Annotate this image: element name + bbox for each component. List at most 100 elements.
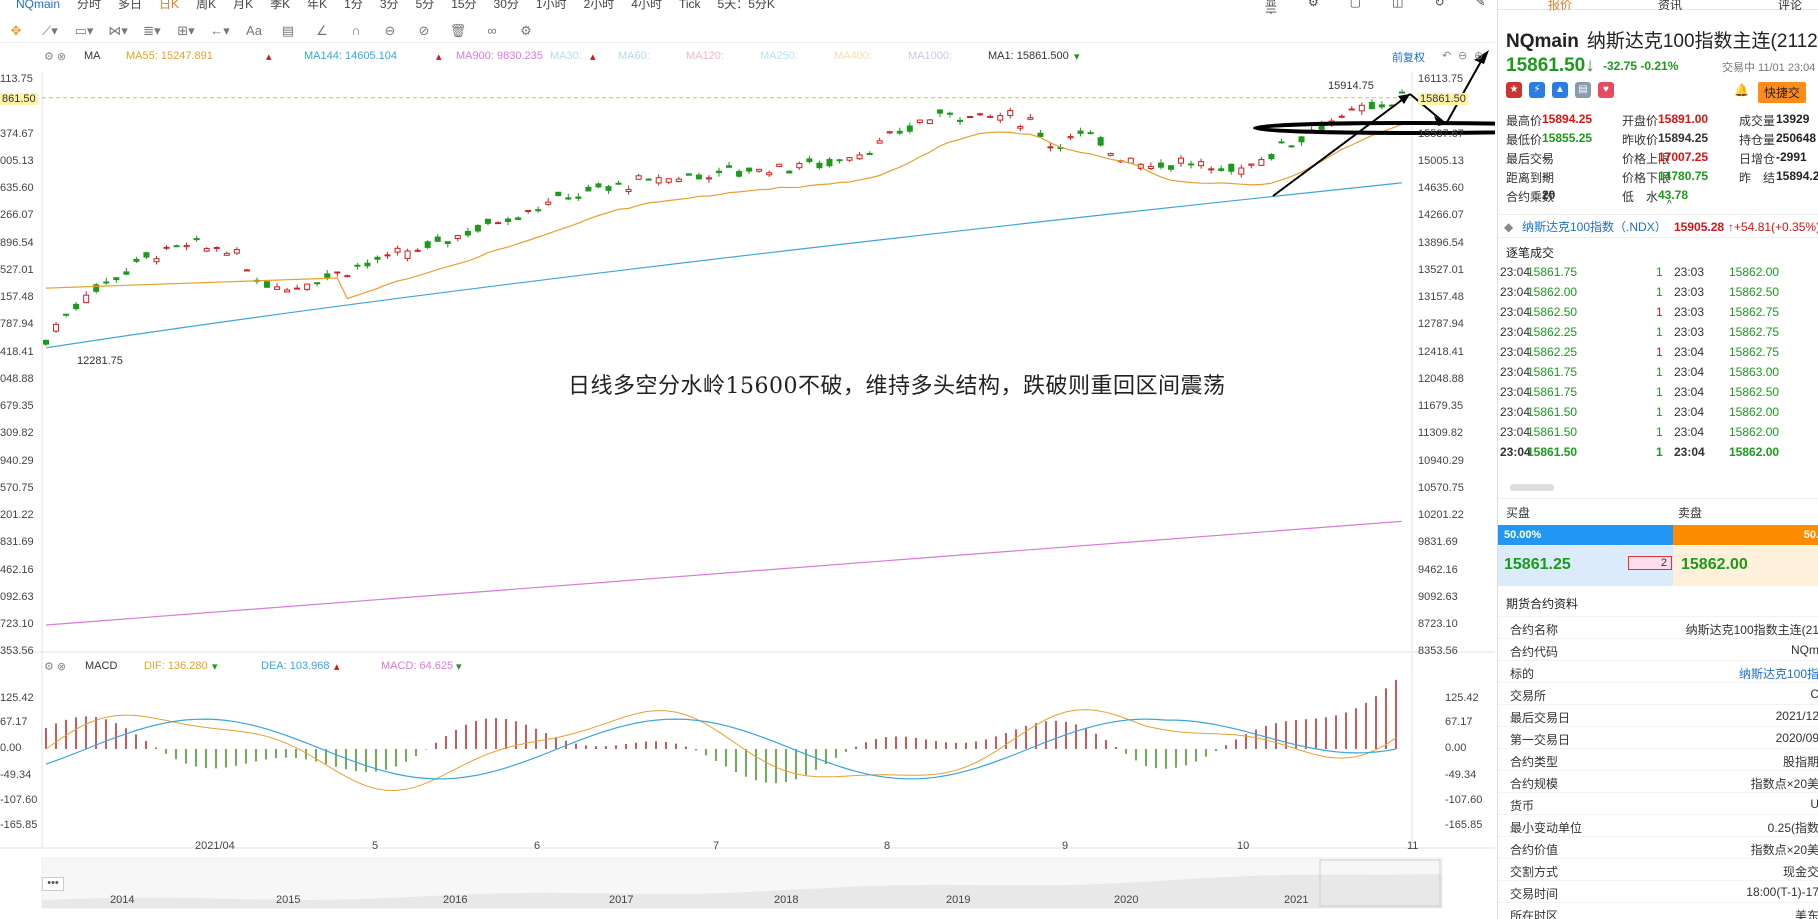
heart-icon[interactable]: ♥	[1598, 82, 1614, 98]
contract-key: 所在时区	[1510, 909, 1559, 919]
high-label: 15914.75	[1328, 80, 1374, 92]
candle-body	[977, 113, 984, 116]
candle-body	[1238, 167, 1245, 175]
contract-row: 所在时区 美东	[1498, 902, 1818, 919]
stat-key: 开盘价	[1622, 114, 1659, 128]
tab-comments[interactable]: 评论	[1778, 0, 1802, 13]
candle-body	[53, 323, 60, 332]
contract-value: 美东	[1794, 909, 1818, 919]
panel-tabs: 报价 资讯 评论	[1498, 0, 1818, 13]
quick-trade-button[interactable]: 快捷交	[1758, 82, 1807, 103]
contract-row: 合约类型 股指期	[1498, 748, 1818, 770]
candle-body	[545, 201, 552, 205]
ma-indicator-label[interactable]: MA	[84, 50, 101, 62]
doc-icon[interactable]: ▤	[1575, 82, 1591, 98]
contract-row: 合约代码 NQm	[1498, 638, 1818, 660]
contract-value: 指数点×20美	[1750, 843, 1818, 857]
contract-title: NQmain 纳斯达克100指数主连(2112)	[1506, 26, 1818, 53]
dea-arrow: ▴	[334, 661, 340, 673]
contract-row: 交易时间 18:00(T-1)-17	[1498, 880, 1818, 902]
index-row[interactable]: ◆ 纳斯达克100指数（.NDX） 15905.28 ↑+54.81(+0.35…	[1498, 214, 1818, 238]
year-tick: 2018	[774, 894, 799, 906]
zoom-in-icon[interactable]: ⊕	[1474, 49, 1483, 62]
contract-value: 2021/12	[1775, 709, 1818, 723]
price-tick: 005.13	[0, 154, 34, 167]
dea-line	[45, 718, 1397, 780]
candle-body	[1278, 141, 1285, 144]
candle-body	[1017, 126, 1024, 129]
candle-body	[243, 269, 250, 272]
macd-settings-icon[interactable]: ⚙ ⊗	[44, 660, 66, 673]
candle-body	[1047, 146, 1054, 149]
ma55-line	[45, 123, 1403, 300]
price-tick: 418.41	[0, 345, 34, 358]
kline-chart[interactable]	[0, 0, 1495, 919]
tick-cell: 23:04	[1500, 405, 1531, 419]
tick-cell: 15861.75	[1527, 385, 1578, 399]
candle-body	[183, 245, 190, 248]
candle-body	[464, 230, 471, 236]
ticks-scrollbar[interactable]	[1510, 484, 1554, 491]
candle-body	[434, 236, 441, 242]
stat-row: 最后交易 -- 价格上限 17007.25 日增仓 -2991	[1506, 150, 1818, 169]
contract-key: 货币	[1510, 799, 1535, 813]
contract-value: C	[1810, 687, 1818, 701]
price-tick: 10201.22	[1418, 509, 1464, 521]
price-tick: 266.07	[0, 209, 34, 222]
macd-tick: -49.34	[1445, 769, 1477, 781]
candle-body	[404, 250, 411, 260]
bid-size: 2	[1628, 556, 1672, 570]
trading-app: NQmain 分时 多日 日K 周K 月K 季K 年K 1分 3分 5分 15分 30分 1小时 2小时 4…	[0, 0, 1818, 919]
candle-body	[906, 125, 913, 132]
tick-cell: 1	[1656, 445, 1663, 459]
tick-cell: 23:04	[1674, 365, 1705, 379]
bell-icon[interactable]: 🔔	[1734, 83, 1749, 97]
tick-cell: 23:03	[1674, 305, 1705, 319]
price-tick: 15005.13	[1418, 154, 1464, 167]
ask-price[interactable]: 15862.00	[1681, 556, 1748, 574]
price-tick: 527.01	[0, 263, 34, 276]
contract-value: NQm	[1791, 643, 1818, 657]
stat-key: 低 水	[1622, 190, 1659, 204]
price-tick: 9092.63	[1418, 590, 1458, 603]
zoom-out-icon[interactable]: ⊖	[1458, 49, 1467, 62]
macd-label[interactable]: MACD	[85, 660, 117, 672]
tick-cell: 23:04	[1500, 305, 1531, 319]
expand-icon[interactable]: ^	[1667, 199, 1672, 210]
tick-cell: 23:03	[1674, 265, 1705, 279]
candle-body	[936, 109, 943, 114]
bid-price[interactable]: 15861.25	[1504, 556, 1571, 574]
overview-more-icon[interactable]: •••	[42, 877, 64, 891]
price-change: -32.75 -0.21%	[1603, 59, 1678, 73]
restore-adjust-button[interactable]: 前复权	[1392, 49, 1425, 65]
lightning-icon[interactable]: ⚡	[1529, 82, 1545, 98]
contract-name: 纳斯达克100指数主连(2112)	[1586, 31, 1818, 52]
contract-key: 合约代码	[1510, 645, 1559, 659]
stat-key: 成交量	[1739, 114, 1776, 128]
tab-news[interactable]: 资讯	[1658, 0, 1682, 13]
candle-body	[665, 178, 672, 183]
undo-icon[interactable]: ↶	[1442, 49, 1451, 62]
candle-body	[565, 197, 572, 200]
tick-cell: 1	[1656, 345, 1663, 359]
buy-label: 买盘	[1506, 506, 1531, 520]
candle-body	[424, 241, 431, 248]
tick-cell: 15862.75	[1729, 305, 1780, 319]
price-tick: 570.75	[0, 481, 34, 494]
legend-settings-icon[interactable]: ⚙ ⊗	[44, 50, 66, 63]
contract-info-title: 期货合约资料	[1506, 597, 1579, 611]
ma30-value: MA30:	[550, 50, 582, 62]
tick-cell: 15863.00	[1729, 365, 1780, 379]
macd-tick: 67.17	[1445, 716, 1473, 728]
contract-value[interactable]: 纳斯达克100指	[1739, 665, 1818, 682]
order-book-header: 买盘 卖盘	[1498, 498, 1818, 524]
index-name[interactable]: 纳斯达克100指数（.NDX）	[1522, 215, 1667, 239]
ma60-value: MA60:	[618, 50, 650, 62]
tick-cell: 23:04	[1674, 445, 1705, 459]
macd-dea: DEA: 103.968	[261, 660, 330, 672]
chart-badge-icon[interactable]: ▲	[1552, 82, 1568, 98]
year-tick: 2014	[110, 894, 135, 906]
tab-quote[interactable]: 报价	[1548, 0, 1572, 13]
macd-tick: 67.17	[0, 716, 28, 728]
candle-body	[766, 172, 773, 176]
